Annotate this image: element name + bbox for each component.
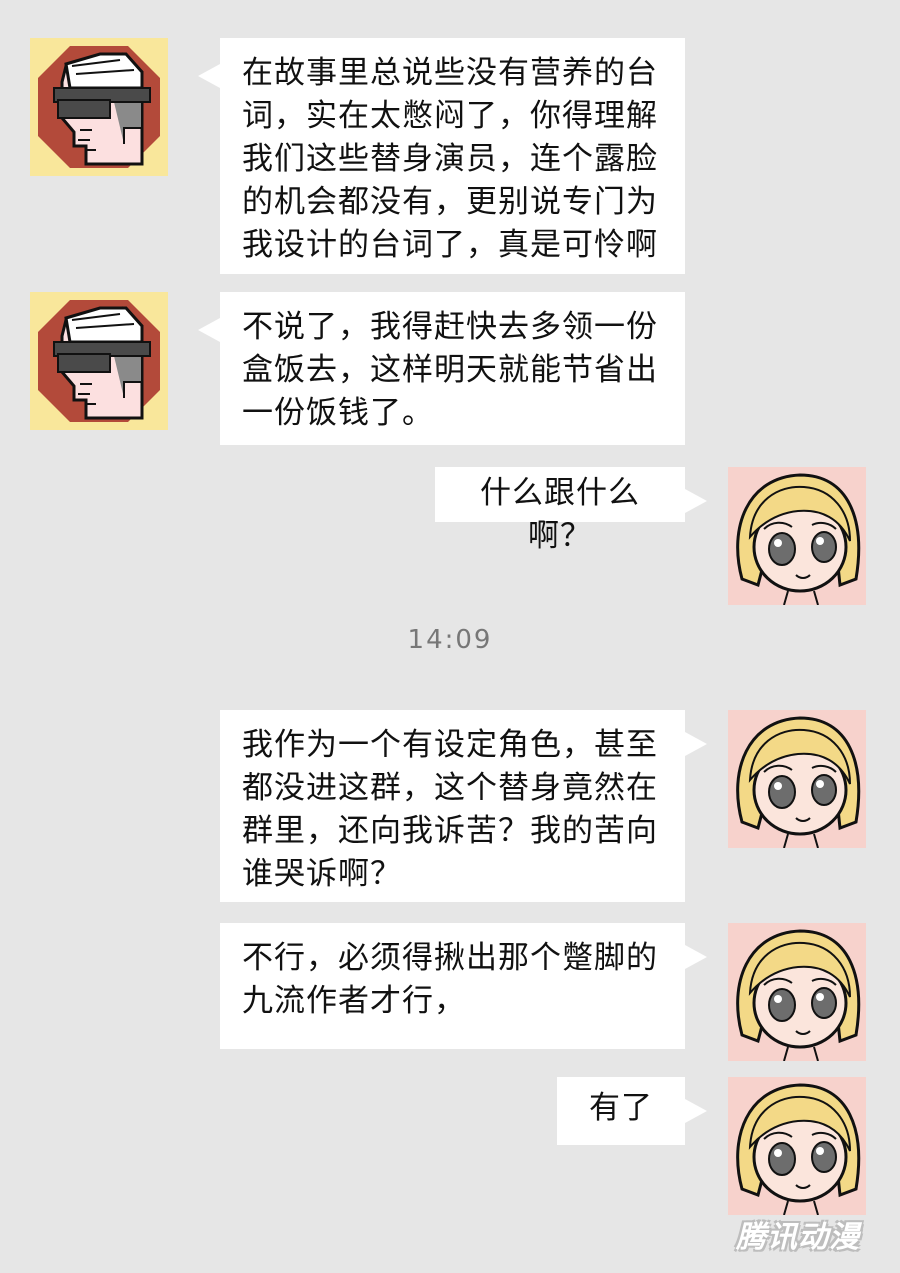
girl-face-icon bbox=[728, 710, 866, 848]
message-bubble-2: 不说了，我得赶快去多领一份 盒饭去，这样明天就能节省出 一份饭钱了。 bbox=[198, 292, 685, 445]
avatar-girl[interactable] bbox=[728, 710, 866, 848]
stand-in-face-icon bbox=[30, 292, 168, 430]
watermark-logo: 腾讯动漫 bbox=[736, 1220, 860, 1255]
avatar-stand-in[interactable] bbox=[30, 38, 168, 176]
message-bubble-3: 什么跟什么啊？ bbox=[435, 467, 707, 554]
avatar-girl[interactable] bbox=[728, 1077, 866, 1215]
message-bubble-6: 有了 bbox=[557, 1077, 707, 1145]
girl-face-icon bbox=[728, 1077, 866, 1215]
girl-face-icon bbox=[728, 467, 866, 605]
avatar-girl[interactable] bbox=[728, 923, 866, 1061]
stand-in-face-icon bbox=[30, 38, 168, 176]
message-bubble-5: 不行，必须得揪出那个蹩脚的 九流作者才行， bbox=[220, 923, 707, 1049]
message-bubble-4: 我作为一个有设定角色，甚至 都没进这群，这个替身竟然在 群里，还向我诉苦？我的苦… bbox=[220, 710, 707, 902]
avatar-girl[interactable] bbox=[728, 467, 866, 605]
avatar-stand-in[interactable] bbox=[30, 292, 168, 430]
chat-timestamp: 14:09 bbox=[407, 625, 493, 655]
message-bubble-1: 在故事里总说些没有营养的台 词，实在太憋闷了，你得理解 我们这些替身演员，连个露… bbox=[198, 38, 685, 274]
girl-face-icon bbox=[728, 923, 866, 1061]
